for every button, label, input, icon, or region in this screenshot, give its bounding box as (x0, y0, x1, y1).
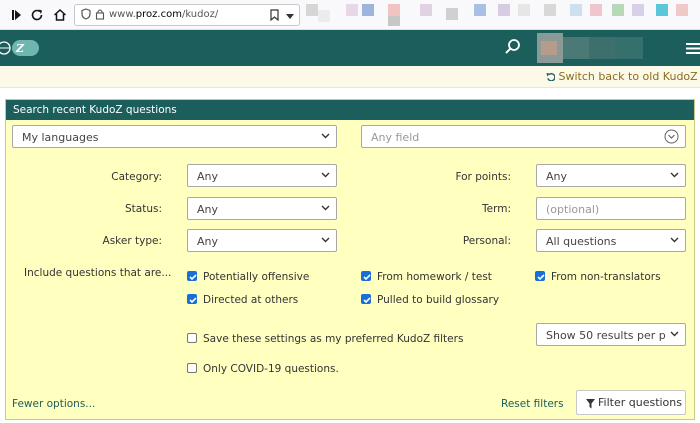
non-translators-label: From non-translators (551, 271, 661, 283)
hamburger-menu-icon[interactable] (684, 40, 700, 56)
panel-header: Search recent KudoZ questions (6, 100, 694, 120)
switch-link-text: Switch back to old KudoZ int (558, 70, 700, 83)
save-settings-label: Save these settings as my preferred Kudo… (203, 333, 464, 345)
term-input-placeholder: (optional) (546, 203, 600, 216)
logo-letter: Z (15, 42, 25, 55)
proz-logo[interactable]: Z (0, 39, 40, 57)
asker-type-select[interactable]: Any (187, 229, 337, 252)
field-select[interactable]: Any field (361, 125, 686, 148)
asker-type-select-value: Any (197, 235, 219, 248)
term-label: Term: (482, 203, 511, 215)
term-input[interactable]: (optional) (536, 197, 686, 220)
chevron-down-icon (321, 133, 330, 139)
chevron-down-icon (321, 237, 330, 243)
check-icon (363, 297, 371, 304)
filter-questions-button[interactable]: Filter questions (576, 390, 686, 415)
url-text: www.proz.com/kudoz/ (109, 9, 219, 20)
check-icon (189, 297, 197, 304)
save-settings-checkbox[interactable] (187, 333, 197, 343)
chevron-down-icon (321, 172, 330, 178)
home-icon[interactable] (52, 7, 68, 23)
homework-test-label: From homework / test (377, 271, 492, 283)
chevron-down-icon (670, 331, 679, 337)
glossary-label: Pulled to build glossary (377, 294, 500, 306)
bookmark-icon[interactable] (270, 9, 279, 24)
chevron-down-icon (670, 172, 679, 178)
undo-icon (546, 72, 556, 82)
reload-icon[interactable] (29, 7, 45, 23)
site-header: Z (0, 30, 700, 66)
non-translators-checkbox[interactable] (535, 271, 545, 281)
check-icon (189, 274, 197, 281)
switch-bar: Switch back to old KudoZ int (0, 66, 700, 88)
directed-at-others-checkbox[interactable] (187, 294, 197, 304)
lock-icon[interactable] (95, 8, 105, 23)
category-select-value: Any (197, 170, 219, 183)
check-icon (537, 274, 545, 281)
personal-select-value: All questions (546, 235, 617, 248)
chevron-down-icon (670, 237, 679, 243)
fewer-options-link[interactable]: Fewer options... (12, 398, 95, 410)
switch-old-kudoz-link[interactable]: Switch back to old KudoZ int (546, 70, 700, 83)
category-select[interactable]: Any (187, 164, 337, 187)
funnel-icon (586, 399, 595, 409)
filter-questions-label: Filter questions (598, 396, 682, 409)
personal-select[interactable]: All questions (536, 229, 686, 252)
asker-type-label: Asker type: (102, 235, 162, 247)
status-select[interactable]: Any (187, 197, 337, 220)
check-icon (363, 274, 371, 281)
category-label: Category: (111, 171, 162, 183)
covid-label: Only COVID-19 questions. (203, 363, 339, 375)
languages-select-value: My languages (22, 131, 99, 144)
browser-toolbar: www.proz.com/kudoz/ (0, 0, 700, 30)
dropdown-icon[interactable] (286, 12, 294, 23)
status-select-value: Any (197, 203, 219, 216)
languages-select[interactable]: My languages (12, 125, 337, 148)
covid-checkbox[interactable] (187, 363, 197, 373)
potentially-offensive-label: Potentially offensive (203, 271, 310, 283)
url-bar[interactable]: www.proz.com/kudoz/ (74, 4, 300, 26)
user-avatar-blurred[interactable] (537, 33, 643, 63)
circle-chevron-down-icon (664, 129, 679, 144)
include-label: Include questions that are... (24, 267, 172, 279)
results-per-page-select[interactable]: Show 50 results per p (536, 323, 686, 346)
shield-icon[interactable] (81, 8, 91, 23)
potentially-offensive-checkbox[interactable] (187, 271, 197, 281)
status-label: Status: (125, 203, 162, 215)
reset-filters-link[interactable]: Reset filters (501, 398, 564, 410)
results-per-page-value: Show 50 results per p (546, 329, 666, 342)
field-select-placeholder: Any field (371, 131, 420, 144)
points-select-value: Any (546, 170, 568, 183)
media-icon[interactable] (8, 7, 24, 23)
search-icon[interactable] (504, 38, 522, 56)
directed-at-others-label: Directed at others (203, 294, 299, 306)
points-label: For points: (455, 171, 511, 183)
chevron-down-icon (321, 205, 330, 211)
points-select[interactable]: Any (536, 164, 686, 187)
homework-test-checkbox[interactable] (361, 271, 371, 281)
glossary-checkbox[interactable] (361, 294, 371, 304)
panel-title: Search recent KudoZ questions (13, 104, 177, 116)
personal-label: Personal: (462, 235, 511, 247)
